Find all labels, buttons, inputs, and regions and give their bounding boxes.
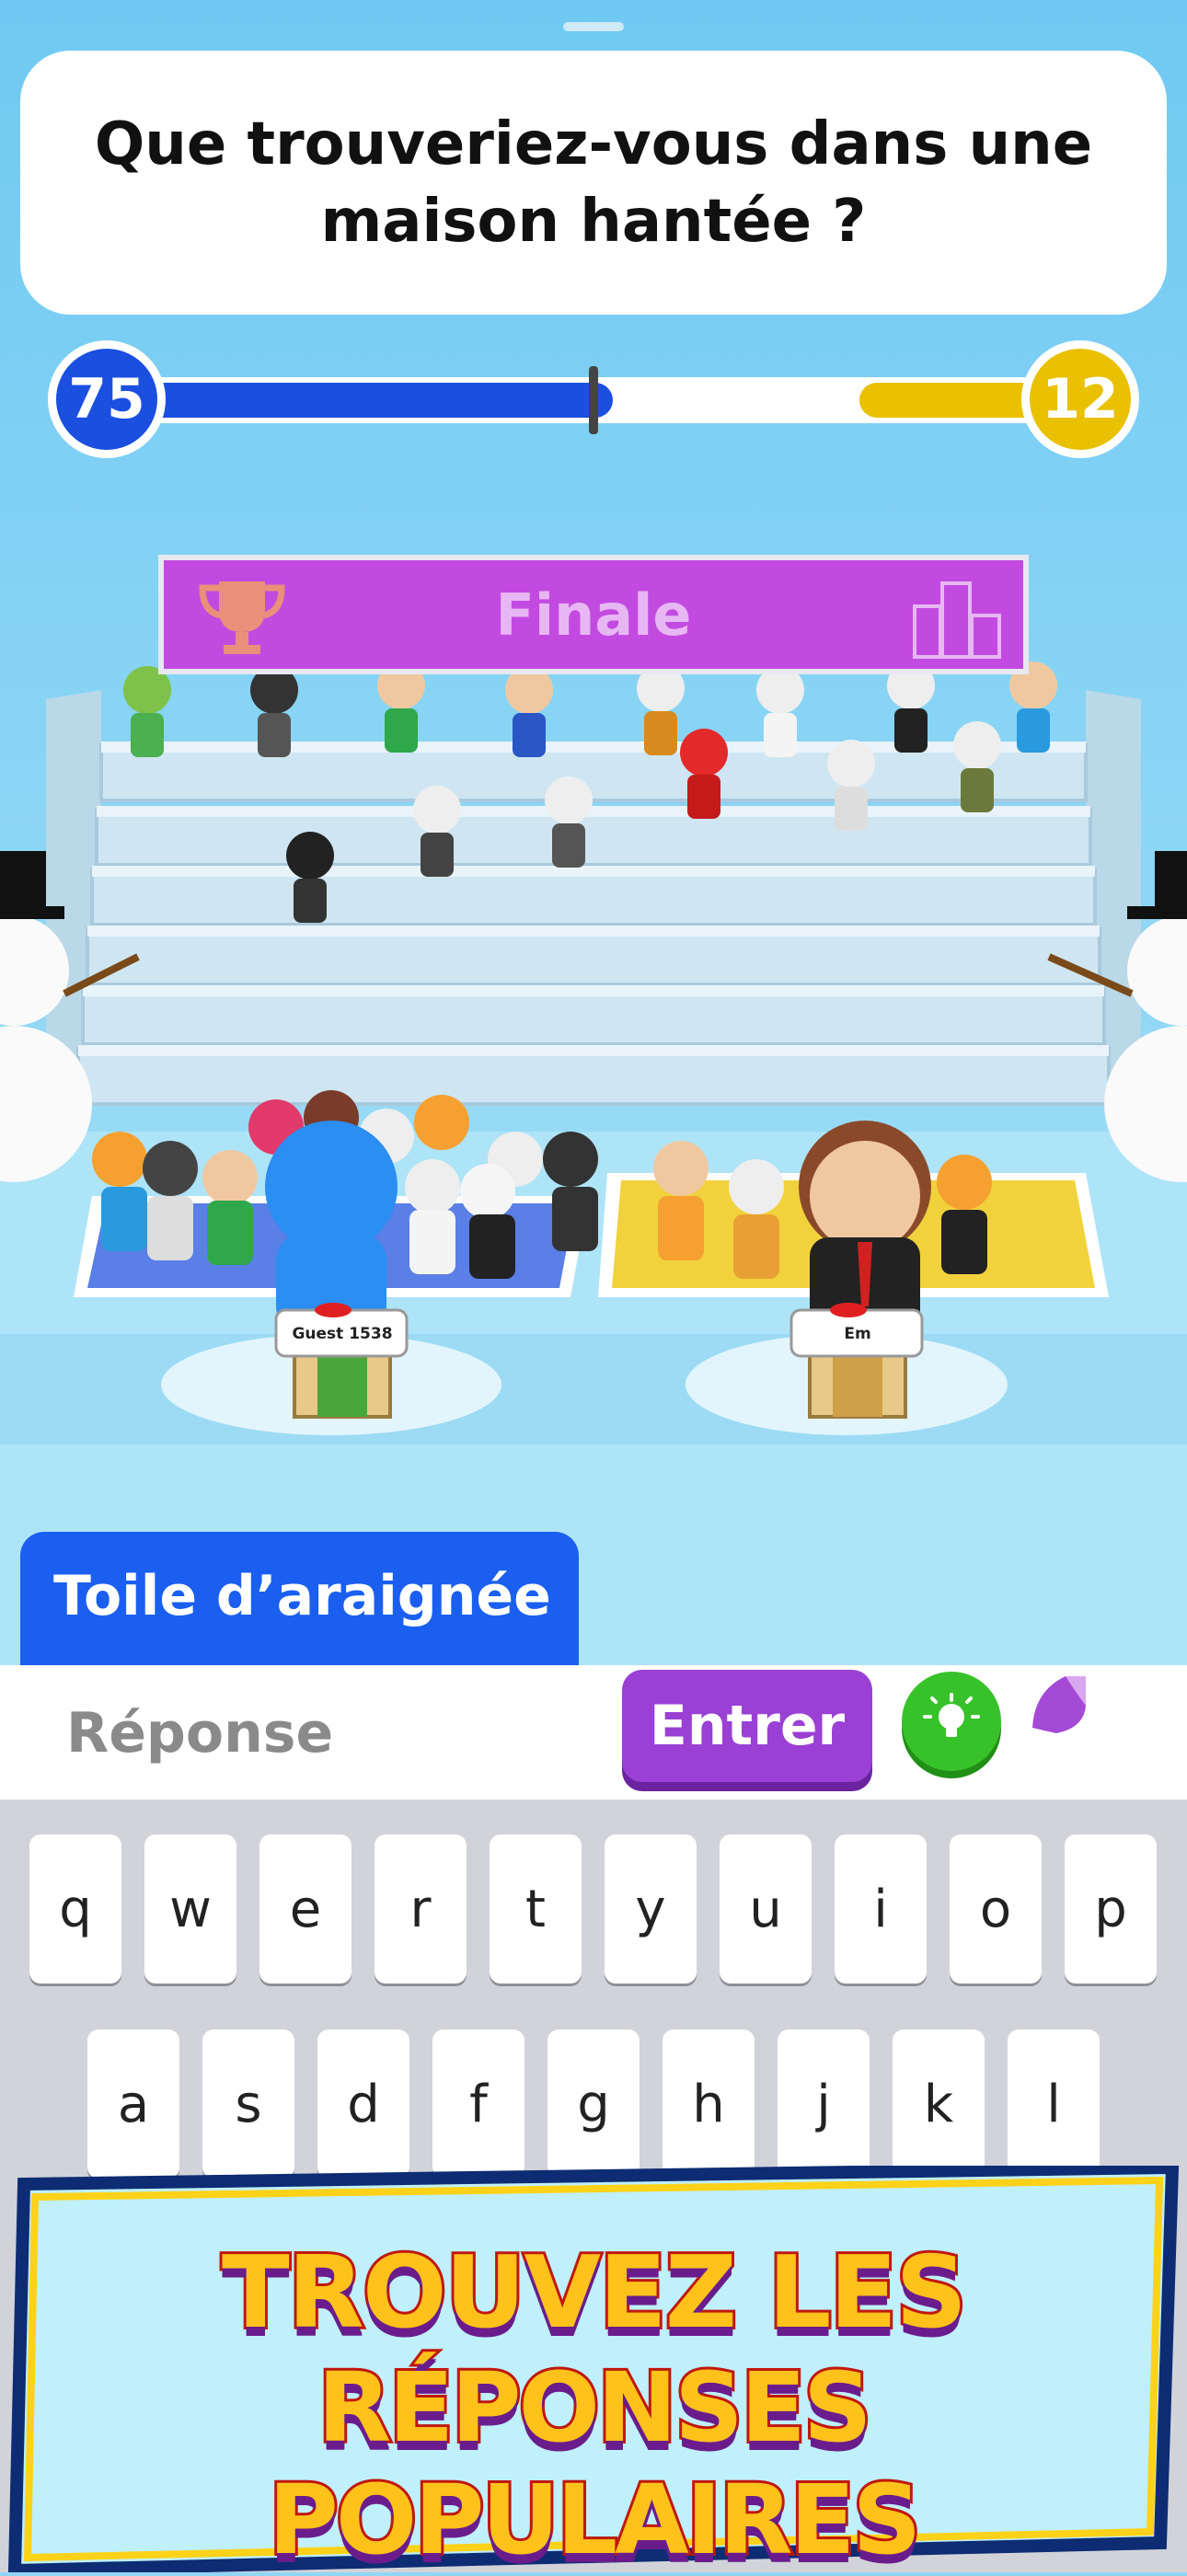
key-a[interactable]: a: [87, 2030, 179, 2179]
city-icon: [913, 581, 1001, 659]
submitted-answer-text: Toile d’araignée: [53, 1564, 551, 1628]
hint-button[interactable]: [902, 1672, 1001, 1771]
key-o[interactable]: o: [950, 1834, 1042, 1984]
powerup-button[interactable]: [1029, 1673, 1091, 1739]
left-team-progress: [101, 383, 614, 418]
trophy-icon: [199, 581, 285, 654]
key-h[interactable]: h: [663, 2030, 755, 2179]
key-l[interactable]: l: [1008, 2030, 1100, 2179]
player-name-left: Guest 1538: [292, 1325, 393, 1343]
score-bar-midpoint: [589, 366, 598, 434]
key-s[interactable]: s: [202, 2030, 294, 2179]
key-y[interactable]: y: [605, 1834, 697, 1984]
submitted-answer-chip: Toile d’araignée: [20, 1532, 579, 1670]
answer-input[interactable]: [64, 1691, 583, 1776]
sheet-grabber[interactable]: [563, 22, 624, 31]
stage-banner-title: Finale: [495, 581, 692, 649]
key-j[interactable]: j: [778, 2030, 870, 2179]
key-i[interactable]: i: [835, 1834, 927, 1984]
question-text: Que trouveriez-vous dans une maison hant…: [94, 109, 1093, 256]
enter-button[interactable]: Entrer: [622, 1670, 872, 1782]
key-q[interactable]: q: [29, 1834, 121, 1984]
key-r[interactable]: r: [375, 1834, 467, 1984]
question-card: Que trouveriez-vous dans une maison hant…: [20, 51, 1167, 315]
key-k[interactable]: k: [893, 2030, 985, 2179]
left-team-score: 75: [48, 340, 166, 458]
lightbulb-icon: [923, 1693, 980, 1737]
promo-line-1: TROUVEZ LES: [219, 2233, 970, 2353]
key-t[interactable]: t: [490, 1834, 582, 1984]
key-d[interactable]: d: [317, 2030, 409, 2179]
key-u[interactable]: u: [720, 1834, 812, 1984]
key-w[interactable]: w: [144, 1834, 236, 1984]
stage-banner: Finale: [158, 555, 1029, 674]
key-e[interactable]: e: [259, 1834, 351, 1984]
key-g[interactable]: g: [547, 2030, 640, 2179]
key-p[interactable]: p: [1065, 1834, 1157, 1984]
right-team-score: 12: [1021, 340, 1139, 458]
player-name-right: Em: [844, 1325, 871, 1343]
promo-line-2: RÉPONSES POPULAIRES: [266, 2349, 925, 2576]
key-f[interactable]: f: [432, 2030, 524, 2179]
